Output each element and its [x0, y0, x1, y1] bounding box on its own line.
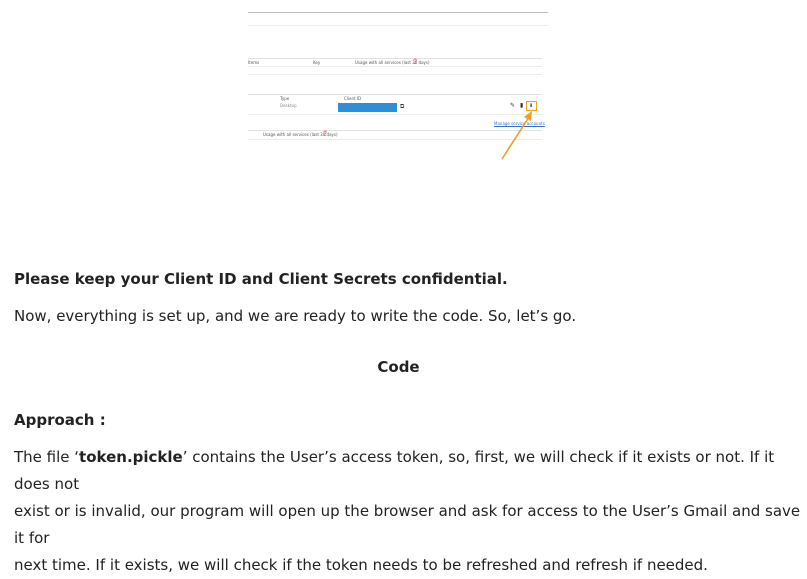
approach-line-1: The file ‘token.pickle’ contains the Use…: [14, 444, 807, 498]
confidential-warning: Please keep your Client ID and Client Se…: [14, 270, 508, 288]
ready-paragraph: Now, everything is set up, and we are re…: [14, 307, 577, 325]
approach-paragraph: The file ‘token.pickle’ contains the Use…: [14, 444, 807, 579]
approach-line-2: exist or is invalid, our program will op…: [14, 502, 801, 547]
approach-line-3: next time. If it exists, we will check i…: [14, 556, 708, 574]
code-heading: Code: [377, 358, 420, 376]
console-screenshot: Items Key Usage with all services (last …: [248, 0, 548, 165]
approach-prefix: The file ‘: [14, 448, 80, 466]
approach-heading: Approach :: [14, 411, 106, 429]
token-file-name: token.pickle: [79, 448, 183, 466]
pointer-arrow: [501, 111, 532, 160]
